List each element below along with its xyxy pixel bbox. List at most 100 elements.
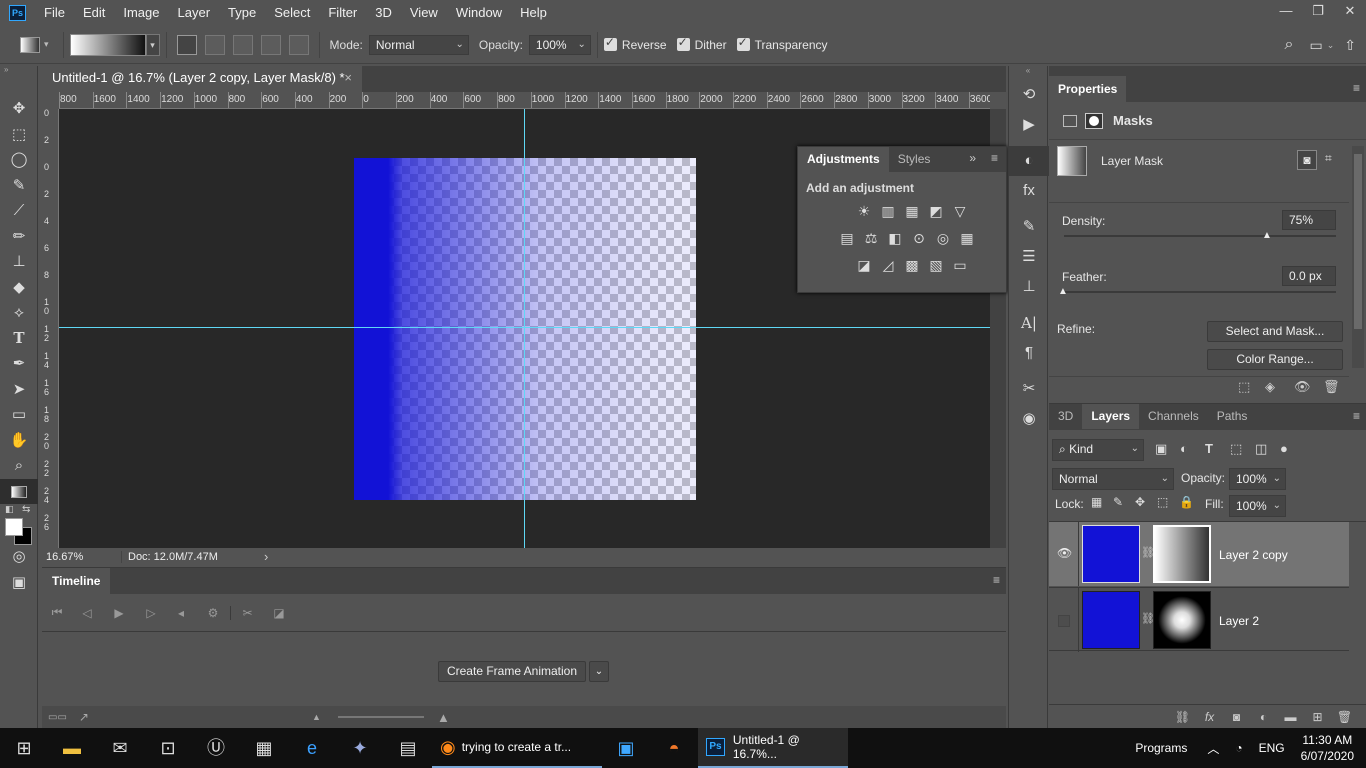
direct-select-tool-icon[interactable]: ➤ — [0, 377, 38, 403]
menu-type[interactable]: Type — [219, 5, 265, 20]
foreground-color-swatch[interactable] — [5, 518, 23, 536]
zoom-in-mountain-icon[interactable]: ▲ — [437, 710, 450, 725]
density-slider-thumb[interactable]: ▲ — [1262, 230, 1272, 241]
layer-mask-thumbnail[interactable] — [1153, 591, 1211, 649]
tab-paths[interactable]: Paths — [1208, 404, 1257, 429]
taskbar-photoshop[interactable]: Ps Untitled-1 @ 16.7%... — [698, 728, 848, 768]
new-layer-icon[interactable]: ⊞ — [1304, 710, 1331, 724]
eraser-tool-icon[interactable]: ◆ — [0, 275, 38, 301]
layer-row[interactable]: 👁 ⛓ Layer 2 copy — [1049, 522, 1349, 586]
quick-select-tool-icon[interactable]: ✎ — [0, 173, 38, 199]
visibility-toggle[interactable] — [1058, 615, 1070, 627]
visibility-eye-icon[interactable]: 👁 — [1294, 379, 1311, 395]
layer-row[interactable]: ⛓ Layer 2 — [1049, 587, 1349, 652]
vibrance-icon[interactable]: ▽ — [948, 199, 972, 223]
reverse-checkbox[interactable] — [603, 35, 617, 51]
swap-colors-icon[interactable]: ⇆ — [22, 504, 30, 515]
zoom-out-mountain-icon[interactable]: ▲ — [312, 712, 321, 722]
gradient-picker[interactable] — [69, 33, 146, 56]
zoom-tool-icon[interactable]: ⌕ — [0, 453, 38, 479]
unreal-engine-icon[interactable]: Ⓤ — [192, 728, 240, 768]
lock-all-icon[interactable]: 🔒 — [1179, 495, 1201, 509]
layer-mask-thumbnail[interactable] — [1153, 525, 1211, 583]
panel-menu-icon[interactable]: ≡ — [1353, 409, 1360, 423]
angle-gradient-icon[interactable] — [232, 34, 253, 55]
path-select-tool-icon[interactable]: ⟡ — [0, 300, 38, 326]
menu-select[interactable]: Select — [265, 5, 319, 20]
filter-adjustment-icon[interactable]: ◐ — [1180, 441, 1205, 457]
character-icon[interactable]: A| — [1009, 308, 1049, 338]
select-and-mask-button[interactable]: Select and Mask... — [1207, 321, 1343, 342]
feather-field[interactable]: 0.0 px — [1282, 266, 1336, 286]
density-slider-track[interactable] — [1064, 235, 1336, 237]
exposure-icon[interactable]: ◩ — [924, 199, 948, 223]
collapse-dock-icon[interactable]: « — [1009, 66, 1047, 80]
brightness-contrast-icon[interactable]: ☀ — [852, 199, 876, 223]
mode-select[interactable]: Normal ⌄ — [368, 34, 469, 55]
clock[interactable]: 11:30 AM 6/07/2020 — [1301, 732, 1354, 764]
programs-toolbar[interactable]: Programs — [1135, 741, 1187, 755]
edge-browser-icon[interactable]: e — [288, 728, 336, 768]
close-tab-icon[interactable]: × — [344, 66, 352, 90]
tab-properties[interactable]: Properties — [1049, 76, 1127, 102]
zoom-level[interactable]: 16.67% — [42, 550, 122, 563]
tab-layers[interactable]: Layers — [1082, 404, 1140, 429]
hand-tool-icon[interactable]: ✋ — [0, 428, 38, 454]
filter-type-icon[interactable]: T — [1205, 441, 1230, 457]
menu-edit[interactable]: Edit — [74, 5, 114, 20]
color-lookup-icon[interactable]: ▦ — [955, 226, 979, 250]
timeline-zoom-slider[interactable] — [338, 716, 424, 718]
menu-3d[interactable]: 3D — [366, 5, 401, 20]
clone-stamp-tool-icon[interactable]: ⊥ — [0, 249, 38, 275]
layer-name[interactable]: Layer 2 — [1219, 614, 1259, 628]
status-arrow-icon[interactable]: › — [264, 549, 268, 564]
color-balance-icon[interactable]: ⚖ — [859, 226, 883, 250]
document-canvas[interactable] — [354, 158, 696, 500]
fill-field[interactable]: 100% ⌄ — [1229, 495, 1286, 517]
app-icon[interactable]: ▣ — [602, 728, 650, 768]
pixel-mask-icon[interactable] — [1063, 114, 1077, 127]
filter-pixel-icon[interactable]: ▣ — [1155, 441, 1180, 457]
lock-transparent-icon[interactable]: ▦ — [1091, 495, 1113, 509]
selective-color-icon[interactable]: ▧ — [924, 253, 948, 277]
app-icon[interactable]: ✦ — [336, 728, 384, 768]
pen-tool-icon[interactable]: ✒ — [0, 351, 38, 377]
menu-image[interactable]: Image — [114, 5, 168, 20]
panel-menu-icon[interactable]: ≡ — [991, 151, 998, 165]
linear-gradient-icon[interactable] — [176, 34, 197, 55]
apply-mask-icon[interactable]: ◈ — [1265, 379, 1275, 395]
actions-play-icon[interactable]: ▶ — [1009, 110, 1049, 140]
opacity-field[interactable]: 100% ⌄ — [528, 34, 591, 55]
gradient-map-icon[interactable]: ▭ — [948, 253, 972, 277]
adjustments-icon[interactable]: ◐ — [1009, 146, 1049, 176]
menu-help[interactable]: Help — [511, 5, 556, 20]
link-layers-icon[interactable]: ⛓ — [1169, 710, 1196, 724]
animation-dropdown-chevron-icon[interactable]: ⌄ — [589, 661, 609, 682]
invert-icon[interactable]: ◪ — [852, 253, 876, 277]
minimize-button[interactable]: — — [1270, 0, 1302, 22]
gradient-picker-chevron-icon[interactable]: ▾ — [145, 33, 160, 56]
chevron-down-icon[interactable]: ⌄ — [1327, 40, 1335, 51]
diamond-gradient-icon[interactable] — [288, 34, 309, 55]
load-selection-icon[interactable]: ⬚ — [1238, 379, 1250, 395]
vertical-guide[interactable] — [524, 109, 525, 548]
brush-tool-icon[interactable]: ✏ — [0, 224, 38, 250]
type-tool-icon[interactable]: T — [0, 326, 38, 352]
swatches-icon[interactable]: ◉ — [1009, 404, 1049, 434]
tool-preset-chevron-icon[interactable]: ▾ — [44, 39, 49, 50]
gradient-tool-icon[interactable] — [0, 478, 38, 504]
hue-saturation-icon[interactable]: ▤ — [835, 226, 859, 250]
channel-mixer-icon[interactable]: ◎ — [931, 226, 955, 250]
quick-mask-icon[interactable]: ◎ — [0, 544, 38, 570]
mail-icon[interactable]: ✉ — [96, 728, 144, 768]
brush-settings-icon[interactable]: ☰ — [1009, 242, 1049, 272]
collapse-icon[interactable]: » — [0, 66, 37, 74]
filter-shape-icon[interactable]: ⬚ — [1230, 441, 1255, 457]
frame-mode-icon[interactable]: ▭▭ — [48, 712, 67, 723]
photo-filter-icon[interactable]: ⊙ — [907, 226, 931, 250]
settings-gear-icon[interactable]: ⚙ — [196, 606, 230, 620]
windows-start-icon[interactable]: ⊞ — [0, 728, 48, 768]
prev-frame-icon[interactable]: ◁ — [72, 606, 102, 620]
properties-scrollbar[interactable] — [1352, 146, 1364, 368]
eyedropper-tool-icon[interactable]: ⟋ — [0, 198, 38, 224]
